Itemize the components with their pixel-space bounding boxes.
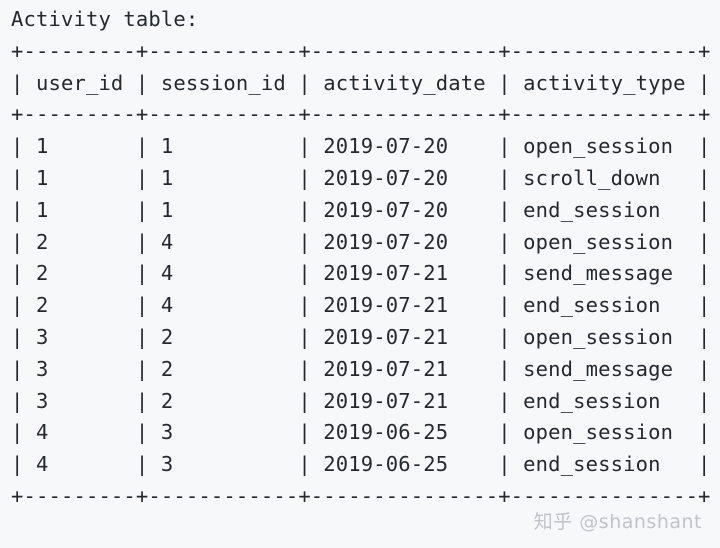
table-header-separator: +---------+------------+---------------+… — [11, 102, 711, 127]
table-header-row: | user_id | session_id | activity_date |… — [11, 70, 711, 95]
table-row: | 2 | 4 | 2019-07-20 | open_session | — [11, 229, 711, 254]
code-block: Activity table: +---------+------------+-… — [11, 4, 711, 513]
table-row: | 1 | 1 | 2019-07-20 | scroll_down | — [11, 165, 711, 190]
table-row: | 3 | 2 | 2019-07-21 | open_session | — [11, 324, 711, 349]
table-row: | 1 | 1 | 2019-07-20 | open_session | — [11, 134, 711, 159]
table-row: | 3 | 2 | 2019-07-21 | send_message | — [11, 356, 711, 381]
table-border-top: +---------+------------+---------------+… — [11, 38, 711, 63]
table-row: | 4 | 3 | 2019-06-25 | open_session | — [11, 420, 711, 445]
table-row: | 3 | 2 | 2019-07-21 | end_session | — [11, 388, 711, 413]
page: Activity table: +---------+------------+-… — [0, 0, 720, 548]
table-row: | 2 | 4 | 2019-07-21 | end_session | — [11, 293, 711, 318]
table-row: | 1 | 1 | 2019-07-20 | end_session | — [11, 197, 711, 222]
table-caption: Activity table: — [11, 7, 199, 31]
table-row: | 2 | 4 | 2019-07-21 | send_message | — [11, 261, 711, 286]
watermark: 知乎 @shanshant — [533, 511, 702, 533]
table-row: | 4 | 3 | 2019-06-25 | end_session | — [11, 452, 711, 477]
